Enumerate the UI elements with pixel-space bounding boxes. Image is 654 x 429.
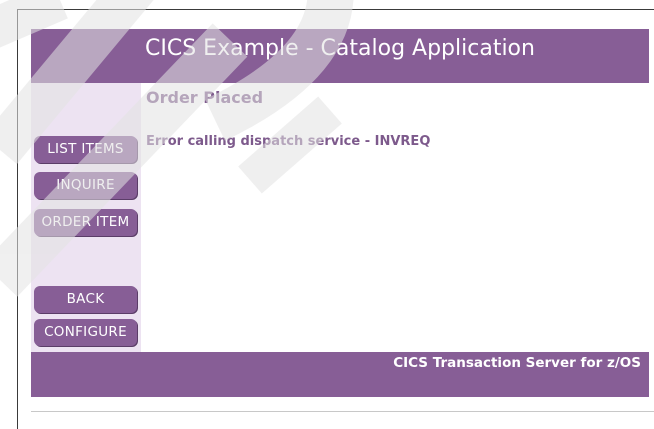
bottom-divider [31, 411, 654, 412]
page-title: Order Placed [146, 88, 264, 107]
app-footer: CICS Transaction Server for z/OS [31, 352, 649, 397]
error-message: Error calling dispatch service - INVREQ [146, 134, 431, 149]
catalog-application: CICS Example - Catalog Application LIST … [31, 29, 649, 397]
footer-text: CICS Transaction Server for z/OS [393, 355, 641, 371]
app-title: CICS Example - Catalog Application [145, 36, 535, 61]
list-items-button[interactable]: LIST ITEMS [34, 136, 137, 163]
configure-button[interactable]: CONFIGURE [34, 319, 137, 346]
app-header: CICS Example - Catalog Application [31, 29, 649, 83]
back-button[interactable]: BACK [34, 286, 137, 313]
order-item-button[interactable]: ORDER ITEM [34, 209, 137, 236]
inquire-button[interactable]: INQUIRE [34, 172, 137, 199]
main-content: Order Placed Error calling dispatch serv… [141, 83, 649, 352]
sidebar-nav: LIST ITEMS INQUIRE ORDER ITEM BACK CONFI… [31, 83, 141, 352]
